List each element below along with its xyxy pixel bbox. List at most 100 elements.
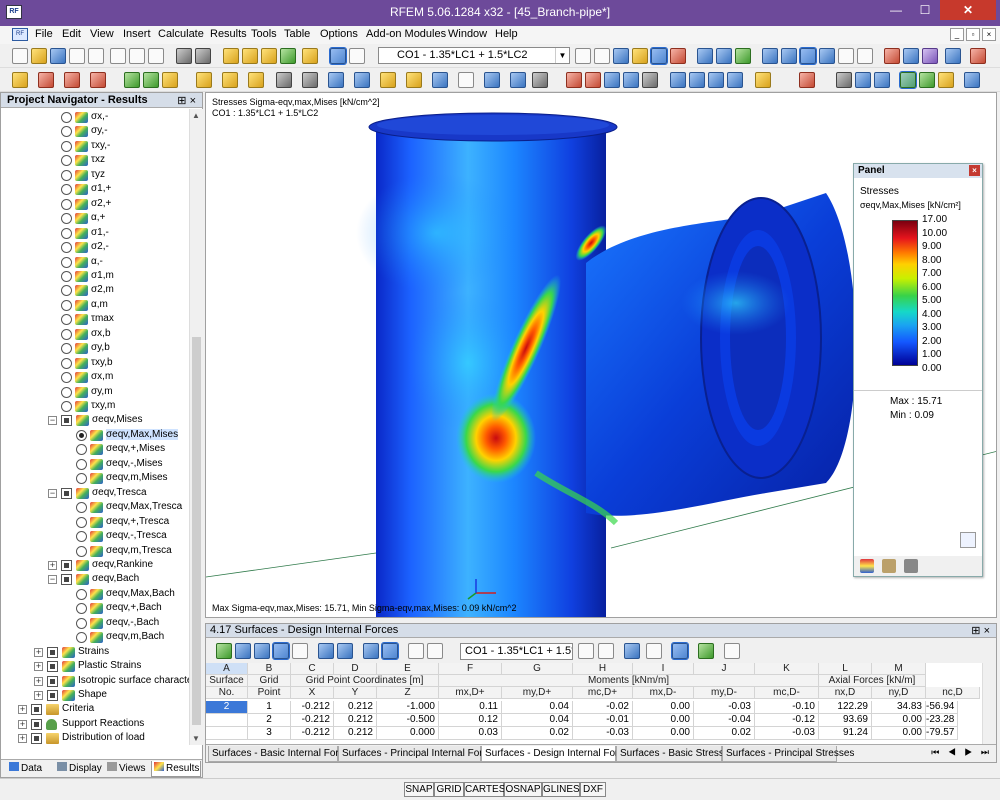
tree-item[interactable]: + Plastic Strains [1, 659, 189, 674]
mdi-minimize-button[interactable]: _ [950, 28, 964, 41]
table-cell[interactable]: -0.04 [694, 714, 755, 727]
status-dxf[interactable]: DXF [580, 782, 606, 797]
radio-button[interactable] [76, 444, 87, 456]
tree-item[interactable]: τxz [1, 153, 189, 168]
mdi-restore-button[interactable]: ▫ [966, 28, 980, 41]
table-cell[interactable]: 3 [248, 727, 291, 740]
column-letter[interactable]: J [694, 663, 755, 675]
cut-icon[interactable] [110, 48, 126, 64]
filter-icon[interactable] [585, 72, 601, 88]
table-cell[interactable]: 0.04 [502, 714, 573, 727]
table-cell[interactable]: 0.02 [694, 727, 755, 740]
tree-item[interactable]: σeqv,-,Bach [1, 616, 189, 631]
status-cartes[interactable]: CARTES [464, 782, 505, 797]
tree-item[interactable]: σ2,m [1, 283, 189, 298]
column-letter[interactable]: G [502, 663, 573, 675]
color-scale-tab-icon[interactable] [860, 559, 874, 573]
radio-button[interactable] [61, 343, 72, 355]
table-cell[interactable]: -0.03 [694, 701, 755, 714]
radio-button[interactable] [61, 227, 72, 239]
tree-item[interactable]: σeqv,m,Tresca [1, 544, 189, 559]
table-cell[interactable]: 34.83 [872, 701, 926, 714]
table-cell[interactable]: 122.29 [819, 701, 872, 714]
tree-item[interactable]: + Support Reactions [1, 717, 189, 732]
expand-icon[interactable]: + [48, 560, 57, 570]
sheet-tab[interactable]: Surfaces - Principal Internal Forces [338, 746, 498, 762]
guideline-icon[interactable] [836, 72, 852, 88]
scroll-down-icon[interactable]: ▼ [192, 734, 200, 743]
load-combination-select[interactable]: CO1 - 1.35*LC1 + 1.5*LC2 ▼ [378, 47, 570, 64]
column-letter[interactable]: C [291, 663, 334, 675]
table-filter-icon[interactable] [254, 643, 270, 659]
table-cell[interactable]: 0.00 [633, 727, 694, 740]
radio-button[interactable] [61, 213, 72, 225]
factors-tab-icon[interactable] [882, 559, 896, 573]
pin-icon[interactable]: ⊞ × [177, 94, 196, 107]
tree-item[interactable]: σ2,+ [1, 197, 189, 212]
generate-icon[interactable] [484, 72, 500, 88]
dimension-icon[interactable] [755, 72, 771, 88]
radio-button[interactable] [76, 603, 87, 615]
document-icon[interactable]: RF [12, 28, 28, 41]
radio-button[interactable] [76, 545, 87, 557]
mirror-icon[interactable] [380, 72, 396, 88]
tab-data[interactable]: Data [7, 761, 51, 777]
tree-item[interactable]: σeqv,m,Bach [1, 630, 189, 645]
sheet-navigation[interactable]: ⏮ ◀ ▶ ⏭ [931, 747, 992, 758]
redo-icon[interactable] [195, 48, 211, 64]
maximize-button[interactable]: ☐ [911, 0, 939, 20]
calculate-icon[interactable] [261, 48, 277, 64]
sheet-tab[interactable]: Surfaces - Principal Stresses [722, 746, 854, 762]
table-cell[interactable] [206, 727, 248, 740]
nodal-support-icon[interactable] [697, 48, 713, 64]
print-icon[interactable] [69, 48, 85, 64]
radio-button[interactable] [61, 184, 72, 196]
tree-item[interactable]: + Distribution of load [1, 731, 189, 745]
menu-window[interactable]: Window [448, 28, 487, 40]
export-icon[interactable] [964, 72, 980, 88]
show-table-icon[interactable] [329, 47, 347, 65]
tree-item[interactable]: σy,b [1, 341, 189, 356]
tree-item[interactable]: σ1,m [1, 269, 189, 284]
radio-button[interactable] [61, 328, 72, 340]
radio-button[interactable] [76, 632, 87, 644]
radio-button[interactable] [61, 112, 72, 123]
tree-item[interactable]: σy,m [1, 385, 189, 400]
line-icon[interactable] [38, 72, 54, 88]
light-icon[interactable] [938, 72, 954, 88]
status-osnap[interactable]: OSNAP [504, 782, 542, 797]
column-letter[interactable]: H [573, 663, 633, 675]
table-sync-icon[interactable] [381, 642, 399, 660]
checkbox[interactable] [31, 718, 42, 730]
divide-icon[interactable] [406, 72, 422, 88]
checkbox[interactable] [31, 733, 42, 745]
table-cell[interactable]: 0.02 [502, 727, 573, 740]
table-cell[interactable]: -0.10 [755, 701, 819, 714]
select-icon[interactable] [276, 72, 292, 88]
mdi-close-button[interactable]: × [982, 28, 996, 41]
radio-button[interactable] [61, 386, 72, 398]
box-select-icon[interactable] [302, 72, 318, 88]
table-cell[interactable]: 0.212 [334, 714, 377, 727]
member-tool-icon[interactable] [64, 72, 80, 88]
scroll-up-icon[interactable]: ▲ [192, 111, 200, 120]
next-case-icon[interactable] [594, 48, 610, 64]
checkbox[interactable] [61, 574, 72, 586]
panel-icon[interactable] [349, 48, 365, 64]
menu-options[interactable]: Options [320, 28, 358, 40]
radio-button[interactable] [61, 299, 72, 311]
snap-icon[interactable] [642, 72, 658, 88]
table-result-icon[interactable] [624, 643, 640, 659]
surface-load-icon[interactable] [196, 72, 212, 88]
tree-item[interactable]: σ1,+ [1, 182, 189, 197]
minimize-button[interactable]: — [882, 0, 910, 20]
tree-item[interactable]: σeqv,Max,Mises [1, 428, 189, 443]
tree-item[interactable]: + σeqv,Rankine [1, 558, 189, 573]
radio-button[interactable] [61, 242, 72, 254]
radio-button[interactable] [76, 617, 87, 629]
folder-icon[interactable] [302, 48, 318, 64]
expand-icon[interactable]: + [34, 662, 43, 672]
arrow-icon[interactable] [970, 48, 986, 64]
paste-icon[interactable] [148, 48, 164, 64]
radio-button[interactable] [76, 588, 87, 600]
